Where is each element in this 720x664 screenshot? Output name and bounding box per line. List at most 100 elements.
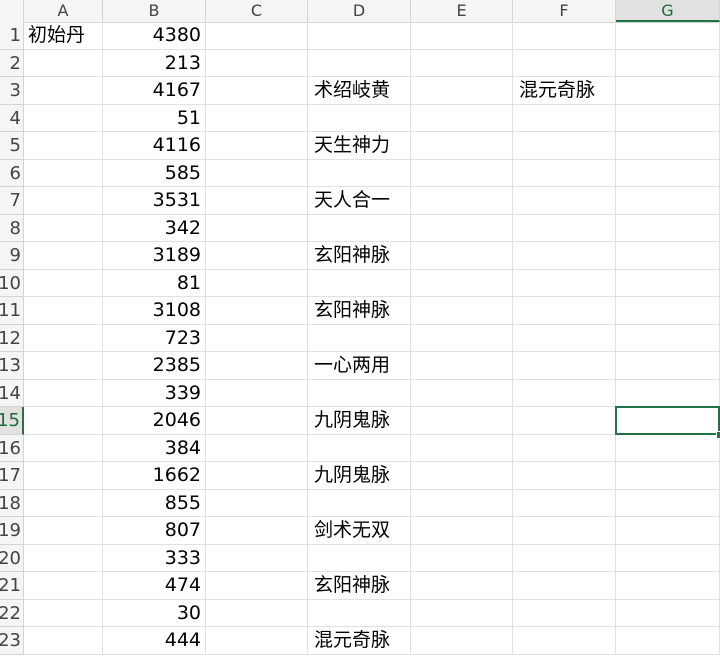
cell-g17[interactable] (616, 462, 720, 490)
cell-f11[interactable] (513, 297, 616, 325)
row-header-8[interactable]: 8 (0, 214, 24, 242)
row-header-11[interactable]: 11 (0, 297, 24, 325)
cell-c20[interactable] (206, 544, 308, 572)
cell-f16[interactable] (513, 434, 616, 462)
cell-g15[interactable] (616, 407, 720, 435)
cell-c21[interactable] (206, 572, 308, 600)
cell-f9[interactable] (513, 242, 616, 270)
column-header-f[interactable]: F (513, 0, 616, 22)
cell-d9[interactable]: 玄阳神脉 (308, 242, 411, 270)
cell-e14[interactable] (411, 379, 513, 407)
cell-e10[interactable] (411, 269, 513, 297)
cell-a7[interactable] (24, 187, 103, 215)
row-header-4[interactable]: 4 (0, 104, 24, 132)
cell-e20[interactable] (411, 544, 513, 572)
cell-e4[interactable] (411, 104, 513, 132)
cell-a16[interactable] (24, 434, 103, 462)
cell-a1[interactable]: 初始丹 (24, 22, 103, 50)
cell-d8[interactable] (308, 214, 411, 242)
cell-f2[interactable] (513, 49, 616, 77)
cell-b11[interactable]: 3108 (103, 297, 206, 325)
cell-e2[interactable] (411, 49, 513, 77)
cell-d18[interactable] (308, 489, 411, 517)
cell-a14[interactable] (24, 379, 103, 407)
cell-g3[interactable] (616, 77, 720, 105)
fill-handle[interactable] (716, 430, 720, 439)
cell-e17[interactable] (411, 462, 513, 490)
cell-e1[interactable] (411, 22, 513, 50)
cell-g7[interactable] (616, 187, 720, 215)
cell-c6[interactable] (206, 159, 308, 187)
cell-d16[interactable] (308, 434, 411, 462)
cell-b3[interactable]: 4167 (103, 77, 206, 105)
cell-d11[interactable]: 玄阳神脉 (308, 297, 411, 325)
cell-g21[interactable] (616, 572, 720, 600)
cell-b6[interactable]: 585 (103, 159, 206, 187)
cell-g20[interactable] (616, 544, 720, 572)
cell-g14[interactable] (616, 379, 720, 407)
cell-d7[interactable]: 天人合一 (308, 187, 411, 215)
cell-a10[interactable] (24, 269, 103, 297)
cell-d19[interactable]: 剑术无双 (308, 517, 411, 545)
cell-e6[interactable] (411, 159, 513, 187)
cell-d10[interactable] (308, 269, 411, 297)
cell-f5[interactable] (513, 132, 616, 160)
cell-d13[interactable]: 一心两用 (308, 352, 411, 380)
cell-b2[interactable]: 213 (103, 49, 206, 77)
cell-c13[interactable] (206, 352, 308, 380)
cell-e11[interactable] (411, 297, 513, 325)
cell-b19[interactable]: 807 (103, 517, 206, 545)
cell-d4[interactable] (308, 104, 411, 132)
cell-f18[interactable] (513, 489, 616, 517)
cell-e22[interactable] (411, 599, 513, 627)
cell-b21[interactable]: 474 (103, 572, 206, 600)
cell-a5[interactable] (24, 132, 103, 160)
cell-d5[interactable]: 天生神力 (308, 132, 411, 160)
cell-g6[interactable] (616, 159, 720, 187)
row-header-7[interactable]: 7 (0, 187, 24, 215)
column-header-g[interactable]: G (616, 0, 720, 22)
cell-c9[interactable] (206, 242, 308, 270)
cell-d22[interactable] (308, 599, 411, 627)
cell-b7[interactable]: 3531 (103, 187, 206, 215)
cell-a22[interactable] (24, 599, 103, 627)
cell-b18[interactable]: 855 (103, 489, 206, 517)
column-header-c[interactable]: C (206, 0, 308, 22)
row-header-20[interactable]: 20 (0, 544, 24, 572)
cell-b22[interactable]: 30 (103, 599, 206, 627)
cell-a20[interactable] (24, 544, 103, 572)
cell-d14[interactable] (308, 379, 411, 407)
cell-f4[interactable] (513, 104, 616, 132)
select-all-corner[interactable] (0, 0, 24, 22)
cell-g11[interactable] (616, 297, 720, 325)
row-header-21[interactable]: 21 (0, 572, 24, 600)
cell-c7[interactable] (206, 187, 308, 215)
row-header-13[interactable]: 13 (0, 352, 24, 380)
cell-c22[interactable] (206, 599, 308, 627)
cell-d12[interactable] (308, 324, 411, 352)
cell-a15[interactable] (24, 407, 103, 435)
column-header-b[interactable]: B (103, 0, 206, 22)
cell-f1[interactable] (513, 22, 616, 50)
cell-e9[interactable] (411, 242, 513, 270)
cell-b16[interactable]: 384 (103, 434, 206, 462)
cell-a21[interactable] (24, 572, 103, 600)
cell-a18[interactable] (24, 489, 103, 517)
cell-c2[interactable] (206, 49, 308, 77)
row-header-9[interactable]: 9 (0, 242, 24, 270)
cell-e15[interactable] (411, 407, 513, 435)
cell-b12[interactable]: 723 (103, 324, 206, 352)
row-header-18[interactable]: 18 (0, 489, 24, 517)
cell-f14[interactable] (513, 379, 616, 407)
cell-g19[interactable] (616, 517, 720, 545)
row-header-14[interactable]: 14 (0, 379, 24, 407)
cell-a13[interactable] (24, 352, 103, 380)
cell-c19[interactable] (206, 517, 308, 545)
cell-b15[interactable]: 2046 (103, 407, 206, 435)
cell-g13[interactable] (616, 352, 720, 380)
cell-g8[interactable] (616, 214, 720, 242)
cell-e13[interactable] (411, 352, 513, 380)
cell-c11[interactable] (206, 297, 308, 325)
cell-c17[interactable] (206, 462, 308, 490)
cell-g16[interactable] (616, 434, 720, 462)
